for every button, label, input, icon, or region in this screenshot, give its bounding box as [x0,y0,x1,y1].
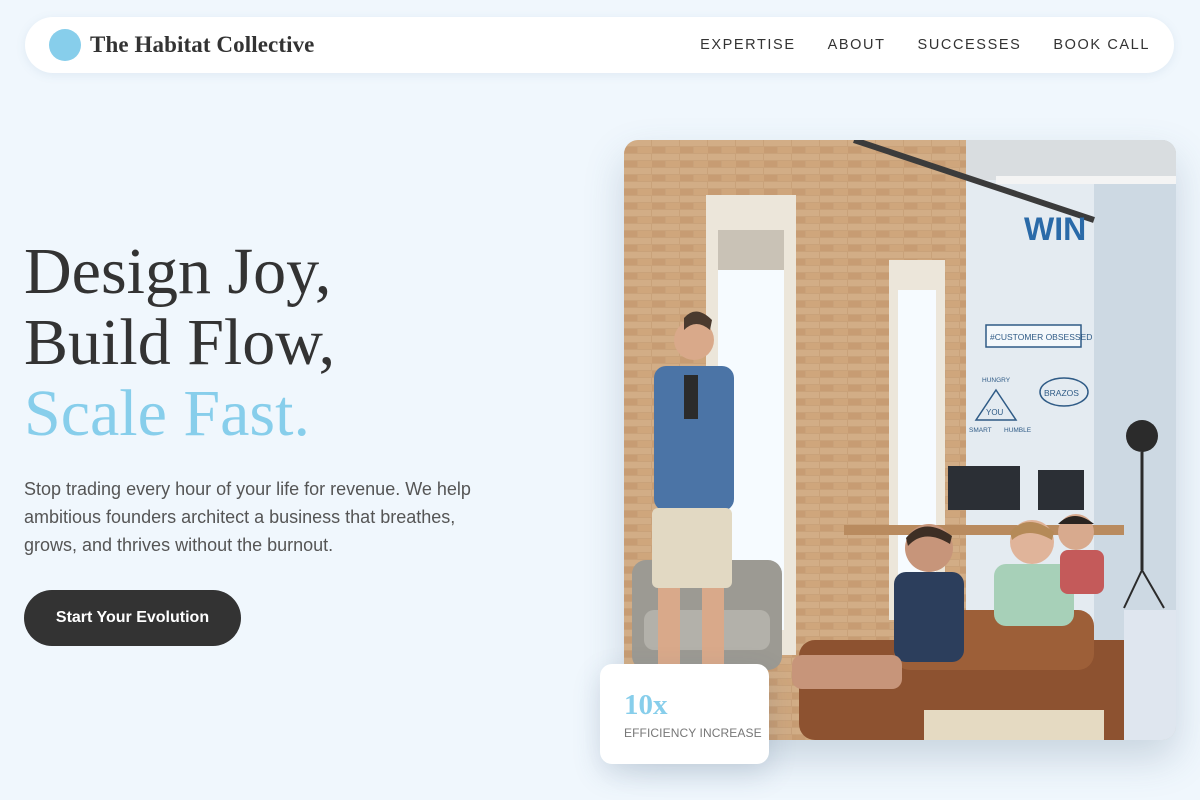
hero-title-line-2: Build Flow, [24,306,336,379]
brand-logo[interactable]: The Habitat Collective [49,29,315,61]
nav-link-successes[interactable]: SUCCESSES [918,37,1022,53]
nav-link-about[interactable]: ABOUT [828,37,886,53]
mural-badge-2: BRAZOS [1044,388,1079,398]
brand-circle-icon [49,29,81,61]
nav-link-expertise[interactable]: EXPERTISE [700,37,796,53]
hero-title: Design Joy, Build Flow, Scale Fast. [24,236,335,449]
office-scene-illustration: WIN #CUSTOMER OBSESSED HUNGRY YOU SMART … [624,140,1176,740]
hero-title-line-3: Scale Fast. [24,377,310,450]
stat-card: 10x EFFICIENCY INCREASE [600,664,769,764]
nav-link-book-call[interactable]: BOOK CALL [1053,37,1150,53]
mural-small-3: HUMBLE [1004,427,1032,434]
main-nav: EXPERTISE ABOUT SUCCESSES BOOK CALL [700,37,1150,53]
hero-title-line-1: Design Joy, [24,235,332,308]
mural-small-2: SMART [969,427,992,434]
brand-name: The Habitat Collective [90,32,315,57]
hero-image: WIN #CUSTOMER OBSESSED HUNGRY YOU SMART … [624,140,1176,740]
navbar: The Habitat Collective EXPERTISE ABOUT S… [25,17,1174,73]
mural-text: WIN [1024,211,1086,247]
hero-subtitle: Stop trading every hour of your life for… [24,479,471,555]
stat-label: EFFICIENCY INCREASE [624,726,762,740]
mural-small-1: HUNGRY [982,377,1011,384]
stat-value: 10x [624,689,668,721]
mural-badge-1: #CUSTOMER OBSESSED [990,332,1092,342]
start-evolution-button[interactable]: Start Your Evolution [24,590,241,646]
mural-badge-3: YOU [986,408,1004,417]
